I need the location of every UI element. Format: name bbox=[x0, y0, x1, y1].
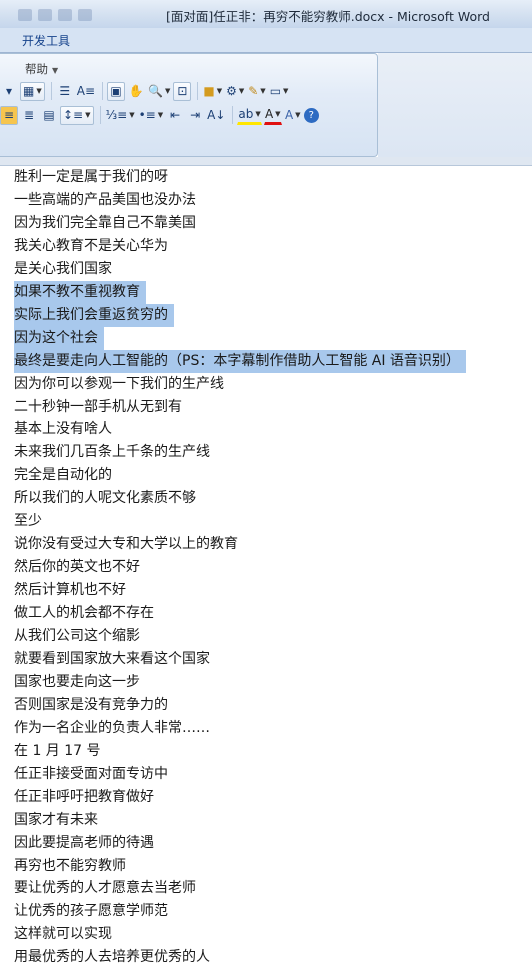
separator bbox=[232, 106, 234, 124]
align-center-icon[interactable]: ≣ bbox=[20, 106, 38, 125]
text-line[interactable]: 至少 bbox=[14, 510, 42, 533]
text-line[interactable]: 国家才有未来 bbox=[14, 809, 98, 832]
toolbar-row-2: ≡ ≣ ▤ ↕≡ ▼ ⅓≡ ▼ •≡ ▼ ⇤ ⇥ A↓ ab ▼ A ▼ A ▼ ? bbox=[0, 104, 321, 126]
text-line[interactable]: 在 1 月 17 号 bbox=[14, 740, 101, 763]
text-line[interactable]: 国家也要走向这一步 bbox=[14, 671, 140, 694]
text-line[interactable]: 让优秀的孩子愿意学师范 bbox=[14, 900, 168, 923]
insert-box-icon[interactable]: ▭ ▼ bbox=[269, 82, 290, 101]
text-line[interactable]: 一些高端的产品美国也没办法 bbox=[14, 189, 196, 212]
text-line[interactable]: 任正非接受面对面专访中 bbox=[14, 763, 168, 786]
text-line[interactable]: 然后你的英文也不好 bbox=[14, 556, 140, 579]
text-line[interactable]: 因为这个社会 bbox=[14, 326, 104, 350]
para-icon[interactable]: ☰ bbox=[56, 82, 74, 101]
text-line[interactable]: 就要看到国家放大来看这个国家 bbox=[14, 648, 210, 671]
separator bbox=[50, 82, 52, 100]
quick-access-toolbar[interactable] bbox=[18, 6, 138, 22]
style-icon[interactable]: ✎ ▼ bbox=[247, 82, 266, 101]
folder-icon[interactable]: ■ ▼ bbox=[202, 82, 223, 101]
justify-icon[interactable]: ▤ bbox=[40, 106, 58, 125]
text-line[interactable]: 再穷也不能穷教师 bbox=[14, 855, 126, 878]
char-style-icon[interactable]: A ▼ bbox=[284, 106, 302, 125]
text-line[interactable]: 最终是要走向人工智能的（PS：本字幕制作借助人工智能 AI 语音识别） bbox=[14, 349, 466, 373]
separator bbox=[197, 82, 199, 100]
text-line[interactable]: 做工人的机会都不存在 bbox=[14, 602, 154, 625]
text-line[interactable]: 从我们公司这个缩影 bbox=[14, 625, 140, 648]
text-line[interactable]: 这样就可以实现 bbox=[14, 923, 112, 946]
table-icon[interactable]: ▦ ▼ bbox=[20, 81, 45, 101]
ruler-strip bbox=[0, 157, 532, 166]
chevron-down-icon: ▼ bbox=[52, 66, 59, 75]
font-color-icon[interactable]: A ▼ bbox=[263, 106, 282, 125]
text-line[interactable]: 说你没有受过大专和大学以上的教育 bbox=[14, 533, 238, 556]
text-line[interactable]: 因为我们完全靠自己不靠美国 bbox=[14, 212, 196, 235]
text-line[interactable]: 如果不教不重视教育 bbox=[14, 280, 146, 304]
text-line[interactable]: 因此要提高老师的待遇 bbox=[14, 832, 154, 855]
text-direction-icon[interactable]: A≡ bbox=[76, 82, 96, 101]
help-icon[interactable]: ? bbox=[303, 107, 319, 123]
text-line[interactable]: 因为你可以参观一下我们的生产线 bbox=[14, 373, 224, 396]
text-line[interactable]: 然后计算机也不好 bbox=[14, 579, 126, 602]
text-line[interactable]: 基本上没有啥人 bbox=[14, 418, 112, 441]
text-line[interactable]: 二十秒钟一部手机从无到有 bbox=[14, 396, 182, 419]
dropdown-arrow-icon[interactable]: ▾ bbox=[0, 82, 18, 101]
bullets-icon[interactable]: •≡ ▼ bbox=[138, 106, 165, 125]
increase-indent-icon[interactable]: ⇥ bbox=[186, 106, 204, 125]
ribbon-panel: 帮助 ▼ ▾ ▦ ▼ ☰ A≡ ▣ ✋ 🔍 ▼ ⊡ ■ ▼ ⚙ ▼ ✎ ▼ ▭ ▼ ≡ ≣ ▤… bbox=[0, 53, 378, 157]
ribbon-empty-area bbox=[378, 53, 532, 157]
text-line[interactable]: 我关心教育不是关心华为 bbox=[14, 235, 168, 258]
text-line[interactable]: 否则国家是没有竞争力的 bbox=[14, 694, 168, 717]
text-line[interactable]: 实际上我们会重返贫穷的 bbox=[14, 303, 174, 327]
numbering-icon[interactable]: ⅓≡ ▼ bbox=[105, 106, 136, 125]
fit-icon[interactable]: ⊡ bbox=[173, 81, 192, 101]
window-title: [面对面]任正非：再穷不能穷教师.docx - Microsoft Word bbox=[165, 9, 490, 24]
toolbar-row-1: ▾ ▦ ▼ ☰ A≡ ▣ ✋ 🔍 ▼ ⊡ ■ ▼ ⚙ ▼ ✎ ▼ ▭ ▼ bbox=[0, 80, 291, 102]
text-line[interactable]: 要让优秀的人才愿意去当老师 bbox=[14, 877, 196, 900]
decrease-indent-icon[interactable]: ⇤ bbox=[166, 106, 184, 125]
sort-icon[interactable]: A↓ bbox=[206, 106, 226, 125]
text-line[interactable]: 所以我们的人呢文化素质不够 bbox=[14, 487, 196, 510]
text-line[interactable]: 是关心我们国家 bbox=[14, 258, 112, 281]
text-line[interactable]: 胜利一定是属于我们的呀 bbox=[14, 166, 168, 189]
text-line[interactable]: 作为一名企业的负责人非常…… bbox=[14, 717, 210, 740]
help-menu[interactable]: 帮助 ▼ bbox=[25, 61, 58, 77]
line-spacing-icon[interactable]: ↕≡ ▼ bbox=[60, 105, 94, 125]
ribbon-tabs: 开发工具 bbox=[0, 28, 532, 53]
separator bbox=[99, 106, 101, 124]
align-left-icon[interactable]: ≡ bbox=[0, 105, 18, 125]
cursor-icon[interactable]: ✋ bbox=[127, 82, 145, 101]
text-line[interactable]: 未来我们几百条上千条的生产线 bbox=[14, 441, 210, 464]
insert-picture-icon[interactable]: ▣ bbox=[107, 81, 125, 101]
text-line[interactable]: 完全是自动化的 bbox=[14, 464, 112, 487]
help-label: 帮助 bbox=[25, 62, 48, 76]
tab-developer[interactable]: 开发工具 bbox=[22, 32, 70, 49]
text-line[interactable]: 任正非呼吁把教育做好 bbox=[14, 786, 154, 809]
title-bar: [面对面]任正非：再穷不能穷教师.docx - Microsoft Word bbox=[0, 0, 532, 29]
zoom-icon[interactable]: 🔍 ▼ bbox=[147, 82, 171, 101]
separator bbox=[102, 82, 103, 100]
highlight-icon[interactable]: ab ▼ bbox=[237, 106, 262, 125]
save-icon[interactable]: ⚙ ▼ bbox=[225, 82, 245, 101]
